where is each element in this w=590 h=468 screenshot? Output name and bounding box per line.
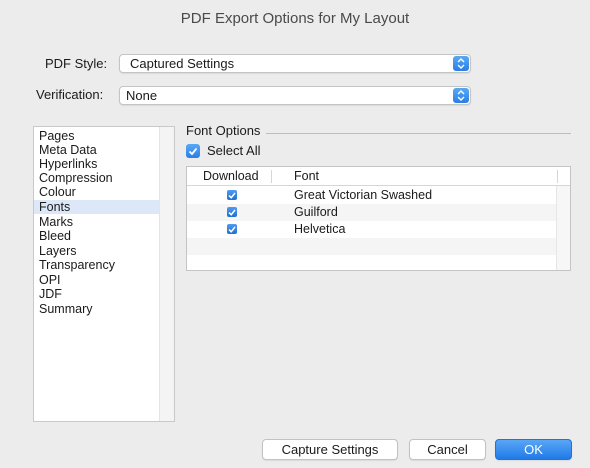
sidebar-item-transparency[interactable]: Transparency	[34, 258, 159, 272]
fonts-table: Download Font Great Victorian Swashed Gu…	[186, 166, 571, 271]
chevron-updown-icon	[453, 88, 469, 103]
sidebar: Pages Meta Data Hyperlinks Compression C…	[33, 126, 175, 422]
verification-value: None	[126, 88, 158, 103]
sidebar-item-marks[interactable]: Marks	[34, 215, 159, 229]
sidebar-item-opi[interactable]: OPI	[34, 273, 159, 287]
sidebar-item-compression[interactable]: Compression	[34, 171, 159, 185]
sidebar-item-meta-data[interactable]: Meta Data	[34, 143, 159, 157]
download-checkbox[interactable]	[227, 190, 237, 200]
pdf-style-select[interactable]: Captured Settings	[119, 54, 471, 73]
ok-button[interactable]: OK	[495, 439, 572, 460]
download-checkbox[interactable]	[227, 207, 237, 217]
column-divider	[557, 170, 558, 183]
window-title: PDF Export Options for My Layout	[180, 9, 410, 27]
chevron-updown-icon	[453, 56, 469, 71]
table-row[interactable]: Guilford	[187, 204, 557, 221]
verification-select[interactable]: None	[119, 86, 471, 105]
checkmark-icon	[228, 192, 236, 199]
cancel-button[interactable]: Cancel	[409, 439, 486, 460]
sidebar-item-hyperlinks[interactable]: Hyperlinks	[34, 157, 159, 171]
select-all-label[interactable]: Select All	[207, 143, 260, 158]
sidebar-item-summary[interactable]: Summary	[34, 302, 159, 316]
column-header-download[interactable]: Download	[203, 169, 259, 183]
select-all-checkbox[interactable]	[186, 144, 200, 158]
table-row[interactable]: Helvetica	[187, 221, 557, 238]
pdf-style-value: Captured Settings	[130, 56, 235, 71]
table-row[interactable]: Great Victorian Swashed	[187, 187, 557, 204]
verification-label: Verification:	[36, 87, 104, 102]
table-row-empty	[187, 238, 557, 255]
download-checkbox[interactable]	[227, 224, 237, 234]
table-header: Download Font	[187, 167, 570, 186]
pdf-style-label: PDF Style:	[45, 56, 108, 71]
font-options-title: Font Options	[186, 123, 261, 138]
sidebar-item-colour[interactable]: Colour	[34, 185, 159, 199]
sidebar-item-fonts[interactable]: Fonts	[34, 200, 159, 214]
sidebar-item-pages[interactable]: Pages	[34, 129, 159, 143]
font-name: Helvetica	[294, 222, 346, 236]
font-name: Guilford	[294, 205, 338, 219]
table-scrollbar[interactable]	[556, 186, 570, 270]
sidebar-item-bleed[interactable]: Bleed	[34, 229, 159, 243]
column-divider	[271, 170, 272, 183]
sidebar-item-layers[interactable]: Layers	[34, 244, 159, 258]
column-header-font[interactable]: Font	[294, 169, 319, 183]
checkmark-icon	[188, 147, 198, 155]
capture-settings-button[interactable]: Capture Settings	[262, 439, 398, 460]
sidebar-item-jdf[interactable]: JDF	[34, 287, 159, 301]
group-divider	[266, 133, 571, 134]
font-name: Great Victorian Swashed	[294, 188, 433, 202]
checkmark-icon	[228, 209, 236, 216]
sidebar-scrollbar[interactable]	[159, 127, 174, 421]
checkmark-icon	[228, 226, 236, 233]
